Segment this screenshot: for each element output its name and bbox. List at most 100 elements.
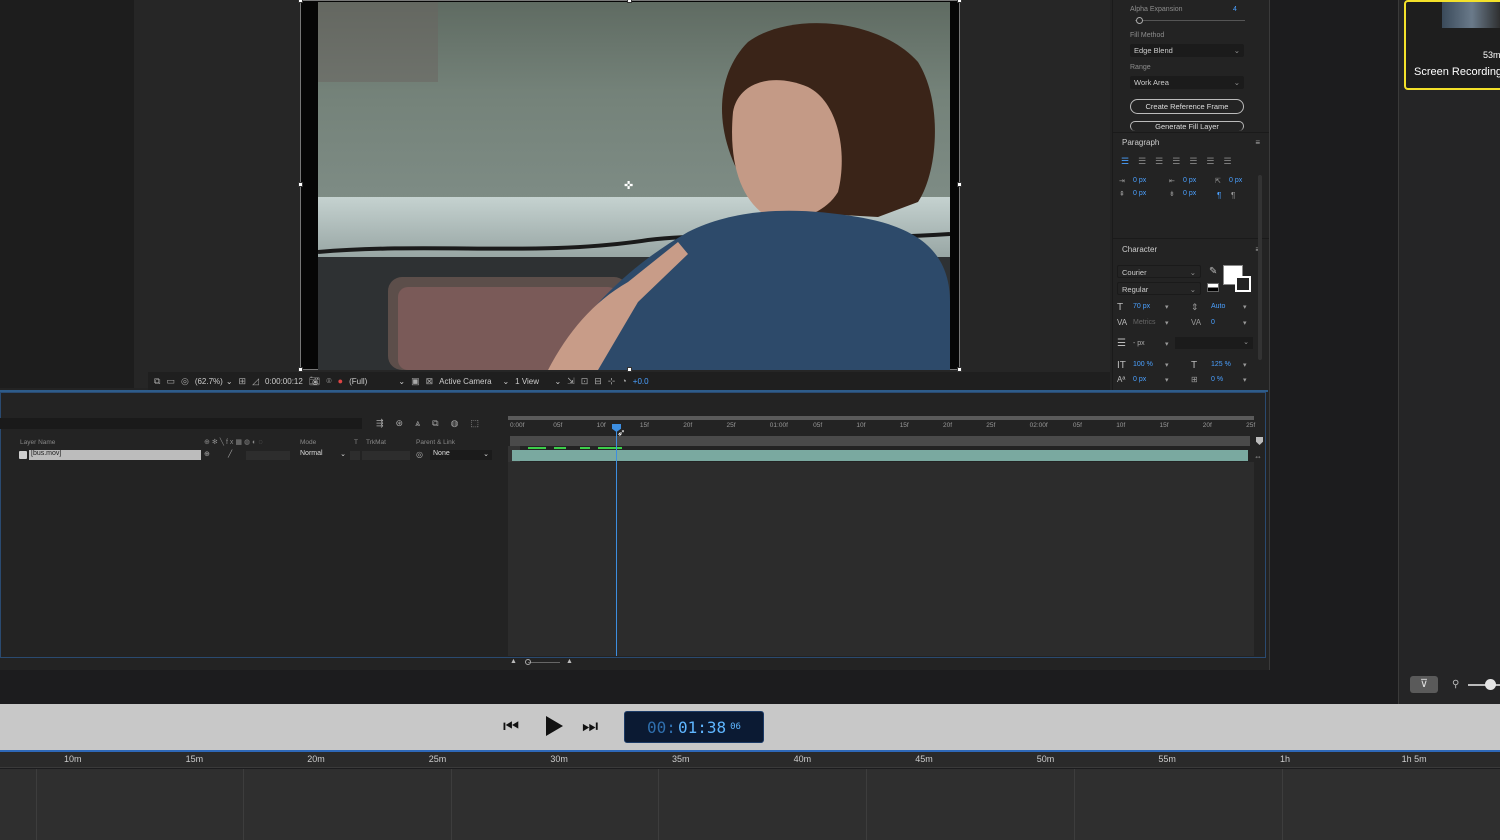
flowchart-icon[interactable]: ⊹	[608, 376, 616, 387]
indent-first-value[interactable]: 0 px	[1229, 177, 1242, 184]
indent-right-value[interactable]: 0 px	[1183, 177, 1196, 184]
layer-name-field[interactable]: [bus.mov]	[29, 450, 201, 460]
motion-blur-icon[interactable]: ◍	[451, 418, 459, 429]
zoom-handle[interactable]	[525, 659, 531, 665]
align-right-icon[interactable]: ☰	[1155, 156, 1163, 167]
anchor-point-icon[interactable]: ✜	[624, 179, 633, 192]
space-before-value[interactable]: 0 px	[1133, 190, 1146, 197]
kerning-value[interactable]: Metrics	[1133, 319, 1156, 326]
stroke-width-value[interactable]: - px	[1133, 340, 1145, 347]
chevron-down-icon[interactable]: ▾	[1165, 376, 1169, 384]
chevron-down-icon[interactable]: ▾	[1165, 361, 1169, 369]
generate-fill-layer-button[interactable]: Generate Fill Layer	[1130, 121, 1244, 131]
color-swap-icon[interactable]	[1207, 283, 1219, 292]
resolution-dropdown[interactable]: (Full) ⌄	[349, 377, 405, 386]
zoom-slider-knob[interactable]	[1485, 679, 1496, 690]
space-after-value[interactable]: 0 px	[1183, 190, 1196, 197]
current-time[interactable]: 0:00:00:12	[265, 377, 303, 386]
always-preview-icon[interactable]: ⧉	[154, 376, 160, 387]
shy-layers-icon[interactable]: ⩓	[415, 418, 420, 429]
monitor-icon[interactable]: ▭	[166, 376, 175, 387]
column-parent[interactable]: Parent & Link	[416, 439, 455, 446]
pickwhip-icon[interactable]: ◎	[416, 450, 423, 459]
fill-method-select[interactable]: Edge Blend ⌄	[1130, 44, 1244, 57]
frame-blending-icon[interactable]: ⧉	[432, 418, 438, 429]
draft-3d-icon[interactable]: ⊛	[396, 418, 404, 429]
transparency-grid-icon[interactable]: ⊠	[426, 376, 434, 387]
transform-handle[interactable]	[627, 0, 632, 3]
column-trkmat[interactable]: TrkMat	[366, 439, 386, 446]
font-style-select[interactable]: Regular ⌄	[1117, 282, 1201, 295]
vertical-scale-value[interactable]: 100 %	[1133, 361, 1153, 368]
zoom-dropdown[interactable]: (62.7%) ⌄	[195, 377, 233, 386]
channel-icon[interactable]: ●	[338, 376, 343, 386]
video-frame[interactable]	[318, 2, 950, 370]
column-t[interactable]: T	[354, 439, 358, 446]
timecode-display[interactable]: 00: 01:38 06	[624, 711, 764, 743]
trim-icon[interactable]: ⊽	[1410, 676, 1438, 693]
alpha-slider-track[interactable]	[1135, 20, 1245, 21]
column-layer-name[interactable]: Layer Name	[20, 439, 55, 446]
baseline-shift-value[interactable]: 0 px	[1133, 376, 1146, 383]
chevron-down-icon[interactable]: ▾	[1243, 361, 1247, 369]
column-mode[interactable]: Mode	[300, 439, 316, 446]
chevron-down-icon[interactable]: ▾	[1165, 303, 1169, 311]
eyedropper-icon[interactable]: ✎	[1209, 266, 1217, 277]
skip-forward-icon[interactable]: ⏭	[582, 716, 598, 737]
bottom-time-ruler[interactable]: 10m 15m 20m 25m 30m 35m 40m 45m 50m 55m 1h 1h 5m	[0, 752, 1500, 768]
current-time-indicator[interactable]	[616, 424, 617, 656]
parent-select[interactable]: None ⌄	[430, 450, 492, 460]
chevron-down-icon[interactable]: ▾	[1243, 376, 1247, 384]
transform-handle[interactable]	[957, 0, 962, 3]
fast-preview-icon[interactable]: ⊡	[581, 376, 589, 387]
transform-handle[interactable]	[298, 0, 303, 3]
indent-left-value[interactable]: 0 px	[1133, 177, 1146, 184]
panel-scrollbar[interactable]	[1258, 175, 1262, 360]
stroke-style-select[interactable]: ⌄	[1175, 337, 1253, 349]
leading-value[interactable]: Auto	[1211, 303, 1225, 310]
create-reference-frame-button[interactable]: Create Reference Frame	[1130, 99, 1244, 114]
time-navigator[interactable]	[508, 416, 1254, 420]
layer-duration-bar[interactable]	[512, 450, 1248, 461]
mask-icon[interactable]: ◎	[181, 376, 189, 387]
align-center-icon[interactable]: ☰	[1138, 156, 1146, 167]
chevron-down-icon[interactable]: ▾	[1243, 303, 1247, 311]
region-icon[interactable]: ◿	[252, 376, 259, 387]
layer-row[interactable]: [bus.mov] ⊕ ╱ Normal ⌄ ◎ None ⌄	[0, 450, 508, 461]
play-icon[interactable]	[546, 716, 563, 736]
align-left-icon[interactable]: ☰	[1121, 156, 1129, 167]
rtl-direction-icon[interactable]: ¶	[1231, 191, 1235, 200]
preserve-transparency-box[interactable]	[350, 451, 360, 460]
justify-left-icon[interactable]: ☰	[1172, 156, 1180, 167]
switch-boxes[interactable]	[246, 451, 290, 460]
transform-handle[interactable]	[298, 182, 303, 187]
quality-switch-icon[interactable]: ╱	[228, 450, 232, 458]
chevron-down-icon[interactable]: ▾	[1243, 319, 1247, 327]
alpha-expansion-value[interactable]: 4	[1233, 6, 1237, 13]
zoom-out-icon[interactable]: ▲	[510, 658, 517, 665]
timeline-icon[interactable]: ⊟	[594, 376, 602, 387]
justify-all-icon[interactable]: ☰	[1223, 156, 1231, 167]
ltr-direction-icon[interactable]: ¶	[1217, 191, 1221, 200]
view-layout-dropdown[interactable]: 1 View ⌄	[515, 377, 561, 386]
camera-dropdown[interactable]: Active Camera ⌄	[439, 377, 509, 386]
composition-flowchart-icon[interactable]: ⇶	[376, 418, 384, 429]
tracking-value[interactable]: 0	[1211, 319, 1215, 326]
shy-switch-icon[interactable]: ⊕	[204, 450, 210, 458]
menu-icon[interactable]: ≡	[1255, 138, 1260, 147]
tsume-value[interactable]: 0 %	[1211, 376, 1223, 383]
chevron-down-icon[interactable]: ▾	[1165, 319, 1169, 327]
safe-area-icon[interactable]: ⊞	[239, 376, 247, 387]
mode-select[interactable]: Normal ⌄	[300, 450, 346, 460]
timeline-search-input[interactable]	[0, 418, 362, 429]
toggle-pixel-icon[interactable]: ⇲	[567, 376, 575, 387]
reset-exposure-icon[interactable]: ◔	[621, 376, 626, 386]
skip-back-icon[interactable]: ⏮	[503, 716, 519, 737]
camera-snapshot-icon[interactable]: 📷︎	[309, 376, 320, 387]
exposure-value[interactable]: +0.0	[633, 377, 649, 386]
justify-right-icon[interactable]: ☰	[1206, 156, 1214, 167]
chevron-down-icon[interactable]: ▾	[1165, 340, 1169, 348]
show-snapshot-icon[interactable]: ⌾	[326, 376, 331, 387]
alpha-slider-handle[interactable]	[1136, 17, 1143, 24]
horizontal-scale-value[interactable]: 125 %	[1211, 361, 1231, 368]
